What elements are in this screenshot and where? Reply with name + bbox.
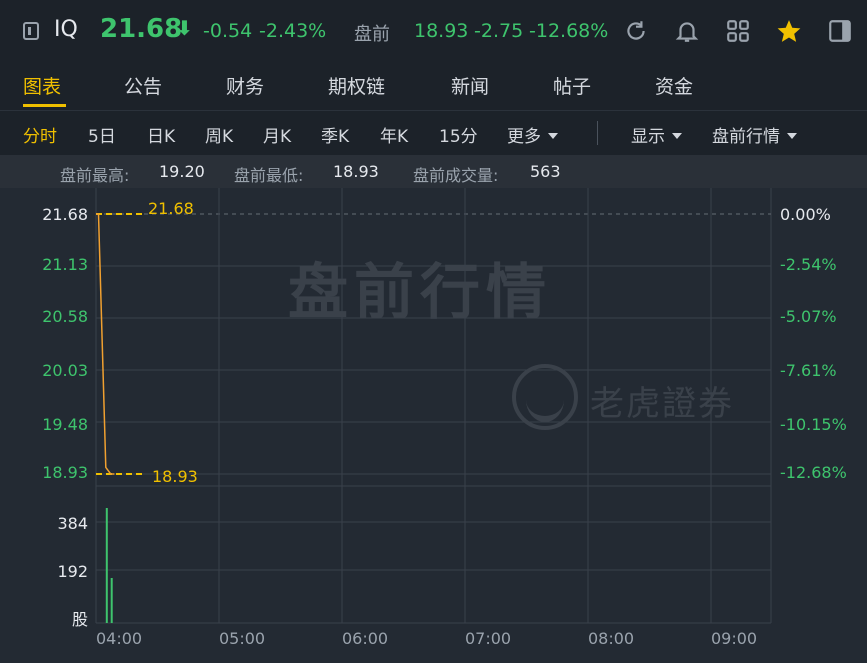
premarket-change-percent: -12.68% <box>529 20 609 42</box>
volume-bar <box>110 578 113 623</box>
period-yearly[interactable]: 年K <box>380 122 408 147</box>
chevron-down-icon <box>672 133 682 139</box>
premarket-change: -2.75 <box>474 20 524 42</box>
y-tick-label: 21.13 <box>42 255 88 274</box>
high-label: 盘前最高: <box>60 166 130 185</box>
down-arrow-icon: ⬇ <box>176 16 193 40</box>
ref-high-label: 21.68 <box>148 199 194 218</box>
high-value: 19.20 <box>159 162 205 181</box>
panel-icon[interactable] <box>827 18 853 44</box>
chevron-down-icon <box>787 133 797 139</box>
grid-icon[interactable] <box>725 18 751 44</box>
x-tick-label: 08:00 <box>588 629 635 648</box>
y-tick-label: 21.68 <box>42 205 88 224</box>
window-icon[interactable] <box>23 22 39 40</box>
y-tick-label: 18.93 <box>42 463 88 482</box>
period-weekly[interactable]: 周K <box>205 122 233 147</box>
period-15min[interactable]: 15分 <box>439 122 478 147</box>
x-tick-label: 05:00 <box>219 629 266 648</box>
tab-news[interactable]: 新闻 <box>451 72 489 99</box>
price-series-line <box>96 213 115 475</box>
premarket-label: 盘前 <box>354 24 390 45</box>
volume-tick-label: 384 <box>57 514 88 533</box>
pct-tick-label: 0.00% <box>780 205 831 224</box>
refresh-icon[interactable] <box>623 18 649 44</box>
premarket-price: 18.93 <box>414 20 469 42</box>
more-dropdown[interactable]: 更多 <box>507 122 558 147</box>
volume-tick-label: 192 <box>57 562 88 581</box>
bell-icon[interactable] <box>674 18 700 44</box>
period-quarterly[interactable]: 季K <box>321 122 349 147</box>
x-tick-label: 07:00 <box>465 629 512 648</box>
y-tick-label: 19.48 <box>42 415 88 434</box>
more-label: 更多 <box>507 127 541 147</box>
pct-tick-label: -7.61% <box>780 361 837 380</box>
x-tick-label: 06:00 <box>342 629 389 648</box>
period-monthly[interactable]: 月K <box>263 122 291 147</box>
volume-label: 盘前成交量: <box>413 166 499 185</box>
active-tab-indicator <box>23 104 66 107</box>
y-tick-label: 20.58 <box>42 307 88 326</box>
low-label: 盘前最低: <box>234 166 304 185</box>
tab-capital-flow[interactable]: 资金 <box>655 72 693 99</box>
ticker-symbol: IQ <box>54 17 78 42</box>
period-daily[interactable]: 日K <box>147 122 175 147</box>
pct-tick-label: -12.68% <box>780 463 847 482</box>
display-label: 显示 <box>631 127 665 147</box>
period-selector: 分时 5日 日K 周K 月K 季K 年K 15分 更多 显示 盘前行情 <box>0 110 867 155</box>
period-intraday[interactable]: 分时 <box>23 122 57 147</box>
tab-financials[interactable]: 财务 <box>226 72 264 99</box>
premarket-dropdown[interactable]: 盘前行情 <box>712 122 797 147</box>
tab-options-chain[interactable]: 期权链 <box>328 72 385 99</box>
section-tabs: 图表 公告 财务 期权链 新闻 帖子 资金 <box>0 62 867 110</box>
tab-posts[interactable]: 帖子 <box>553 72 591 99</box>
pct-tick-label: -5.07% <box>780 307 837 326</box>
x-tick-label: 04:00 <box>96 629 143 648</box>
last-price: 21.68 <box>100 14 183 44</box>
pct-tick-label: -10.15% <box>780 415 847 434</box>
pct-tick-label: -2.54% <box>780 255 837 274</box>
tab-announcements[interactable]: 公告 <box>124 72 162 99</box>
volume-unit-label: 股 <box>71 610 88 629</box>
divider <box>597 121 598 145</box>
quote-header: IQ 21.68 ⬇ -0.54 -2.43% 盘前 18.93 -2.75 -… <box>0 0 867 62</box>
ref-low-label: 18.93 <box>152 467 198 486</box>
period-5day[interactable]: 5日 <box>88 122 116 147</box>
volume-value: 563 <box>530 162 561 181</box>
display-dropdown[interactable]: 显示 <box>631 122 682 147</box>
price-change-percent: -2.43% <box>259 20 327 42</box>
volume-bar <box>105 508 108 623</box>
tab-chart[interactable]: 图表 <box>23 72 61 99</box>
star-icon[interactable] <box>776 18 802 44</box>
x-tick-label: 09:00 <box>711 629 758 648</box>
premarket-menu-label: 盘前行情 <box>712 127 780 147</box>
price-chart[interactable] <box>0 188 867 663</box>
price-change: -0.54 <box>203 20 253 42</box>
y-tick-label: 20.03 <box>42 361 88 380</box>
low-value: 18.93 <box>333 162 379 181</box>
premarket-stats: 盘前最高: 19.20 盘前最低: 18.93 盘前成交量: 563 <box>0 155 867 188</box>
chevron-down-icon <box>548 133 558 139</box>
